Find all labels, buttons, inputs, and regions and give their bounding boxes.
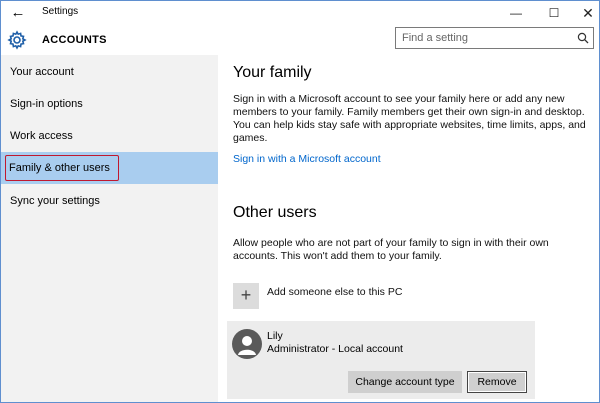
title-bar: ← Settings — ☐ ✕ bbox=[1, 1, 599, 25]
your-family-heading: Your family bbox=[233, 64, 312, 81]
sidebar-item-work-access[interactable]: Work access bbox=[1, 120, 218, 152]
sidebar: Your account Sign-in options Work access… bbox=[1, 55, 218, 402]
user-name: Lily bbox=[267, 330, 283, 342]
back-button[interactable]: ← bbox=[7, 3, 29, 23]
your-family-description: Sign in with a Microsoft account to see … bbox=[233, 93, 586, 144]
sidebar-item-sign-in-options[interactable]: Sign-in options bbox=[1, 88, 218, 120]
search-input[interactable] bbox=[396, 28, 571, 48]
page-header: ACCOUNTS bbox=[1, 25, 599, 55]
add-user-label: Add someone else to this PC bbox=[267, 286, 403, 298]
add-user-row[interactable]: + Add someone else to this PC bbox=[233, 283, 533, 309]
gear-icon bbox=[7, 30, 27, 50]
other-users-heading: Other users bbox=[233, 204, 317, 221]
search-icon[interactable] bbox=[577, 32, 589, 44]
plus-icon: + bbox=[240, 285, 252, 305]
sidebar-item-label: Your account bbox=[10, 66, 74, 78]
user-icon bbox=[238, 336, 256, 355]
sidebar-item-label: Family & other users bbox=[5, 155, 119, 181]
change-account-type-button[interactable]: Change account type bbox=[348, 371, 462, 393]
settings-window: ← Settings — ☐ ✕ ACCOUNTS Your account S… bbox=[0, 0, 600, 403]
close-button[interactable]: ✕ bbox=[573, 1, 599, 25]
window-title: Settings bbox=[42, 6, 79, 17]
sign-in-microsoft-link[interactable]: Sign in with a Microsoft account bbox=[233, 153, 381, 165]
remove-button[interactable]: Remove bbox=[467, 371, 527, 393]
avatar bbox=[232, 329, 262, 359]
sidebar-item-family-other-users[interactable]: Family & other users bbox=[1, 152, 218, 184]
sidebar-item-label: Sign-in options bbox=[10, 98, 83, 110]
user-role: Administrator - Local account bbox=[267, 343, 403, 355]
user-card[interactable]: Lily Administrator - Local account Chang… bbox=[227, 321, 535, 399]
add-user-button[interactable]: + bbox=[233, 283, 259, 309]
sidebar-item-your-account[interactable]: Your account bbox=[1, 56, 218, 88]
other-users-description: Allow people who are not part of your fa… bbox=[233, 237, 549, 262]
sidebar-item-label: Work access bbox=[10, 130, 73, 142]
search-box[interactable] bbox=[395, 27, 594, 49]
sidebar-item-sync-settings[interactable]: Sync your settings bbox=[1, 185, 218, 217]
sidebar-item-label: Sync your settings bbox=[10, 195, 100, 207]
main-content: Your family Sign in with a Microsoft acc… bbox=[218, 55, 599, 402]
maximize-button[interactable]: ☐ bbox=[539, 1, 569, 25]
minimize-button[interactable]: — bbox=[501, 1, 531, 25]
page-title: ACCOUNTS bbox=[42, 34, 107, 46]
